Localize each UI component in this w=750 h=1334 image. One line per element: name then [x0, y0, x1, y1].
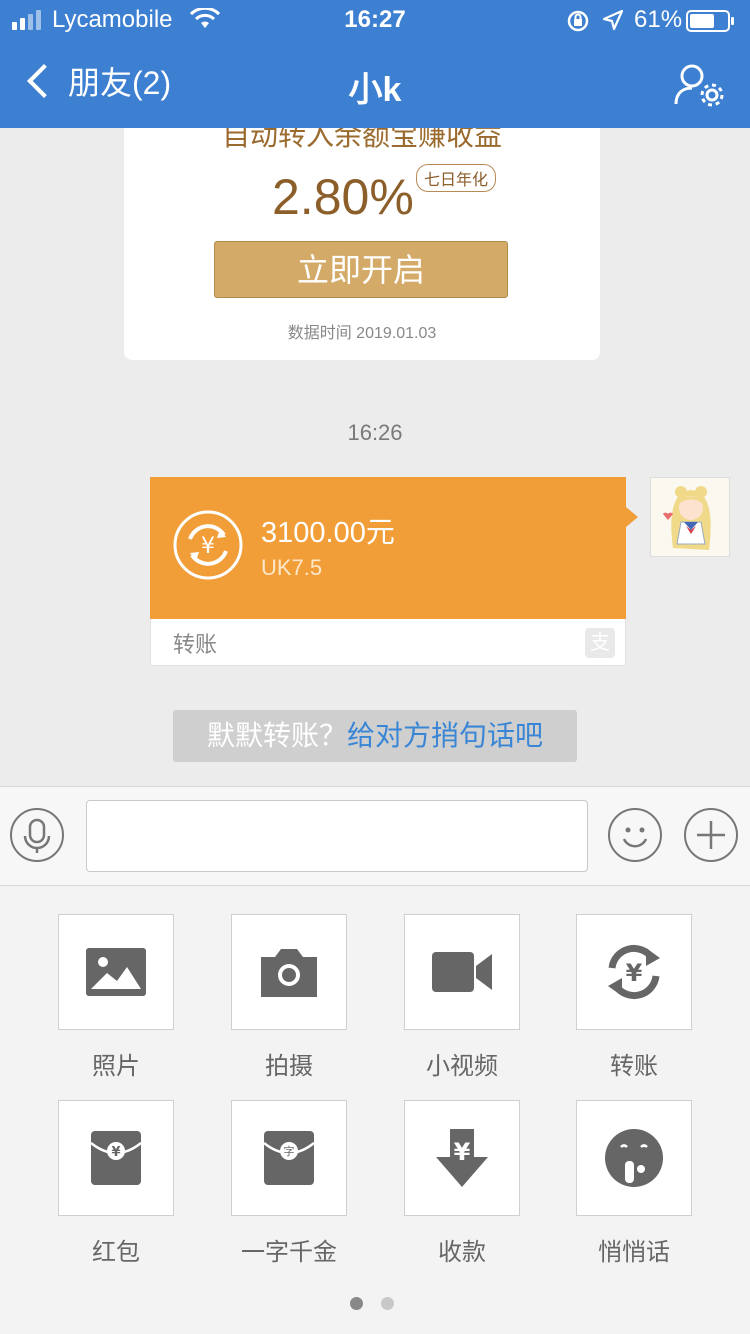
action-receive-money-label: 收款 [438, 1239, 486, 1266]
action-whisper-label: 悄悄话 [598, 1239, 670, 1266]
action-video[interactable] [404, 914, 520, 1030]
transfer-amount: 3100.00元 [261, 517, 395, 549]
top-bar: Lycamobile 16:27 61% 朋友(2) 小k [0, 0, 750, 128]
transfer-memo: UK7.5 [261, 555, 323, 580]
more-actions-button[interactable] [684, 808, 738, 862]
receive-money-icon: ¥ [436, 1129, 488, 1187]
red-envelope-icon: ¥ [90, 1131, 142, 1185]
transfer-label: 转账 [173, 632, 218, 657]
svg-text:¥: ¥ [201, 534, 215, 559]
avatar-illustration [651, 478, 729, 556]
bubble-tail [626, 507, 638, 527]
transfer-bubble-footer: 转账 支 [150, 619, 626, 666]
transfer-bubble-body: ¥ 3100.00元 UK7.5 [150, 477, 626, 619]
promo-rate: 2.80% [272, 169, 414, 225]
action-transfer-label: 转账 [610, 1053, 658, 1080]
yuebao-promo-card: 自动转入余额宝赚收益 2.80% 七日年化 立即开启 数据时间 2019.01.… [124, 128, 600, 360]
transfer-icon: ¥ [173, 510, 243, 580]
input-bar [0, 786, 750, 886]
page-dot[interactable] [381, 1297, 394, 1310]
svg-text:字: 字 [284, 1144, 295, 1158]
action-camera[interactable] [231, 914, 347, 1030]
promo-date: 数据时间 2019.01.03 [287, 325, 437, 342]
word-envelope-icon: 字 [263, 1131, 315, 1185]
hint-link[interactable]: 给对方捎句话吧 [347, 720, 543, 751]
status-bar: Lycamobile 16:27 61% [0, 0, 750, 40]
alipay-logo-icon: 支 [585, 628, 615, 658]
svg-text:¥: ¥ [626, 959, 643, 987]
location-icon [602, 9, 624, 31]
photo-icon [86, 948, 146, 996]
whisper-icon [605, 1129, 663, 1187]
action-word-envelope-label: 一字千金 [241, 1239, 337, 1266]
action-receive-money[interactable]: ¥ [404, 1100, 520, 1216]
action-photo[interactable] [58, 914, 174, 1030]
svg-text:¥: ¥ [111, 1145, 120, 1160]
promo-rate-tag: 七日年化 [416, 164, 497, 192]
page-dot-active[interactable] [350, 1297, 363, 1310]
action-red-envelope[interactable]: ¥ [58, 1100, 174, 1216]
video-icon [432, 952, 492, 992]
emoji-button[interactable] [608, 808, 662, 862]
action-photo-label: 照片 [92, 1053, 140, 1080]
battery-icon [686, 10, 734, 32]
hint-prefix: 默默转账？ [206, 720, 347, 751]
enable-now-button[interactable]: 立即开启 [214, 241, 508, 298]
promo-text: 自动转入余额宝赚收益 [221, 128, 502, 151]
message-input[interactable] [86, 800, 588, 872]
plus-icon [697, 821, 725, 849]
voice-button[interactable] [10, 808, 64, 862]
action-red-envelope-label: 红包 [92, 1239, 140, 1266]
action-video-label: 小视频 [426, 1053, 498, 1080]
battery-percent: 61% [634, 6, 683, 33]
transfer-icon: ¥ [608, 945, 660, 999]
chat-title: 小k [348, 71, 402, 109]
actions-panel: 照片 拍摄 小视频 ¥ 转账 ¥ 红包 字 一字千金 ¥ 收款 悄悄话 [0, 886, 750, 1334]
action-word-envelope[interactable]: 字 [231, 1100, 347, 1216]
profile-settings-icon[interactable] [672, 62, 728, 108]
camera-icon [261, 949, 317, 997]
smiley-icon [622, 827, 648, 848]
rotation-lock-icon [567, 10, 589, 32]
microphone-icon [23, 818, 51, 853]
action-transfer[interactable]: ¥ [576, 914, 692, 1030]
action-camera-label: 拍摄 [265, 1053, 313, 1080]
action-whisper[interactable] [576, 1100, 692, 1216]
chat-timestamp: 16:26 [347, 420, 403, 445]
avatar[interactable] [650, 477, 730, 557]
transfer-message-hint: 默默转账？给对方捎句话吧 [173, 710, 577, 762]
transfer-message-bubble[interactable]: ¥ 3100.00元 UK7.5 转账 支 [150, 477, 638, 666]
page-indicator [350, 1297, 394, 1310]
svg-text:¥: ¥ [454, 1138, 471, 1166]
